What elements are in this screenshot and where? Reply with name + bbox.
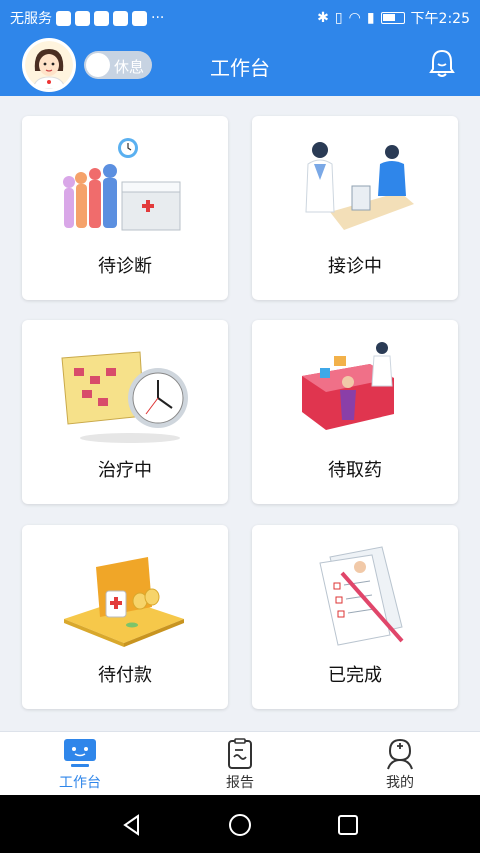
card-payment[interactable]: 待付款 xyxy=(22,525,228,709)
recents-icon[interactable] xyxy=(336,813,360,837)
card-label: 待诊断 xyxy=(98,256,152,277)
carrier-text: 无服务 xyxy=(10,11,52,27)
payment-icon xyxy=(64,557,184,647)
pickup-medicine-icon xyxy=(302,342,394,430)
wifi-icon: ◠ xyxy=(348,10,361,26)
card-waiting-diagnosis[interactable]: 待诊断 xyxy=(22,116,228,300)
bell-icon[interactable] xyxy=(428,48,456,78)
card-label: 已完成 xyxy=(328,665,382,686)
nav-label: 工作台 xyxy=(59,775,101,791)
card-label: 接诊中 xyxy=(328,256,382,277)
in-treatment-icon xyxy=(61,351,188,443)
page-title: 工作台 xyxy=(210,56,270,80)
completed-icon xyxy=(319,546,404,646)
doctor-profile-icon xyxy=(387,738,413,770)
bottom-nav: 工作台 报告 我的 xyxy=(0,731,480,795)
nav-label: 报告 xyxy=(226,775,254,791)
report-icon xyxy=(228,738,252,769)
nav-label: 我的 xyxy=(386,775,414,791)
more-notifications: ··· xyxy=(151,10,165,26)
clock-time: 下午2:25 xyxy=(410,11,470,27)
waiting-diagnosis-icon xyxy=(63,138,181,231)
card-in-treatment[interactable]: 治疗中 xyxy=(22,320,228,504)
card-consulting[interactable]: 接诊中 xyxy=(252,116,458,300)
card-pickup-medicine[interactable]: 待取药 xyxy=(252,320,458,504)
nav-report[interactable]: 报告 xyxy=(200,738,280,792)
status-right: ✱ ▯ ◠ ▮ 下午2:25 xyxy=(317,8,470,28)
card-completed[interactable]: 已完成 xyxy=(252,525,458,709)
app-header: 休息 工作台 xyxy=(0,34,480,96)
home-icon[interactable] xyxy=(228,813,252,837)
bluetooth-icon: ✱ xyxy=(317,10,329,26)
workbench-icon xyxy=(64,739,96,767)
back-icon[interactable] xyxy=(120,813,144,837)
app-notification-icon xyxy=(132,10,147,26)
vibrate-icon: ▯ xyxy=(334,10,343,26)
card-label: 待付款 xyxy=(98,665,152,686)
battery-icon xyxy=(380,12,405,24)
nav-mine[interactable]: 我的 xyxy=(360,738,440,792)
app-notification-icon xyxy=(113,10,128,26)
status-bar: 无服务 ··· ✱ ▯ ◠ ▮ 下午2:25 xyxy=(0,0,480,34)
app-notification-icon xyxy=(94,10,109,26)
app-notification-icon xyxy=(75,10,90,26)
nav-workbench[interactable]: 工作台 xyxy=(40,738,120,792)
sim-icon: ▮ xyxy=(366,10,375,26)
status-left: 无服务 ··· xyxy=(10,8,164,28)
app-notification-icon xyxy=(56,10,71,26)
system-nav-bar xyxy=(0,795,480,853)
card-label: 待取药 xyxy=(328,460,382,481)
consulting-icon xyxy=(305,142,414,230)
card-label: 治疗中 xyxy=(98,460,152,481)
